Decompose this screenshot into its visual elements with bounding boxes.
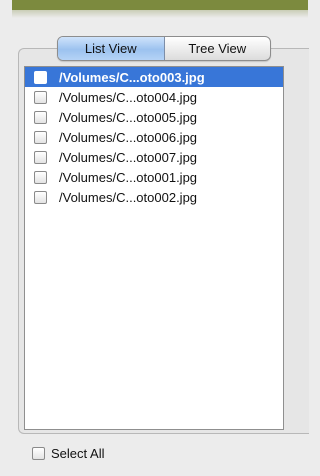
file-name: /Volumes/C...oto005.jpg <box>59 109 198 125</box>
file-checkbox[interactable] <box>34 170 47 184</box>
top-divider-bar <box>12 0 308 18</box>
list-item[interactable]: /Volumes/C...oto003.jpg <box>25 67 283 87</box>
select-all-label: Select All <box>51 446 105 461</box>
file-name: /Volumes/C...oto006.jpg <box>59 129 198 145</box>
tree-view-button[interactable]: Tree View <box>165 37 271 60</box>
select-all-control[interactable]: Select All <box>32 446 104 461</box>
file-name: /Volumes/C...oto007.jpg <box>59 149 198 165</box>
file-checkbox[interactable] <box>34 110 47 124</box>
list-item[interactable]: /Volumes/C...oto006.jpg <box>25 127 283 147</box>
file-name: /Volumes/C...oto004.jpg <box>59 89 198 105</box>
file-checkbox[interactable] <box>34 190 47 204</box>
view-mode-segmented-control[interactable]: List View Tree View <box>57 36 271 61</box>
list-item[interactable]: /Volumes/C...oto001.jpg <box>25 167 283 187</box>
file-checkbox[interactable] <box>34 150 47 164</box>
select-all-checkbox[interactable] <box>32 447 45 460</box>
list-view-button[interactable]: List View <box>58 37 165 60</box>
file-name: /Volumes/C...oto003.jpg <box>59 69 205 85</box>
file-name: /Volumes/C...oto001.jpg <box>59 169 198 185</box>
file-checkbox[interactable] <box>34 90 47 104</box>
file-checkbox[interactable] <box>34 70 47 84</box>
list-item[interactable]: /Volumes/C...oto004.jpg <box>25 87 283 107</box>
file-list[interactable]: /Volumes/C...oto003.jpg /Volumes/C...oto… <box>24 66 284 430</box>
list-item[interactable]: /Volumes/C...oto005.jpg <box>25 107 283 127</box>
file-checkbox[interactable] <box>34 130 47 144</box>
list-item[interactable]: /Volumes/C...oto002.jpg <box>25 187 283 207</box>
list-item[interactable]: /Volumes/C...oto007.jpg <box>25 147 283 167</box>
file-name: /Volumes/C...oto002.jpg <box>59 189 198 205</box>
